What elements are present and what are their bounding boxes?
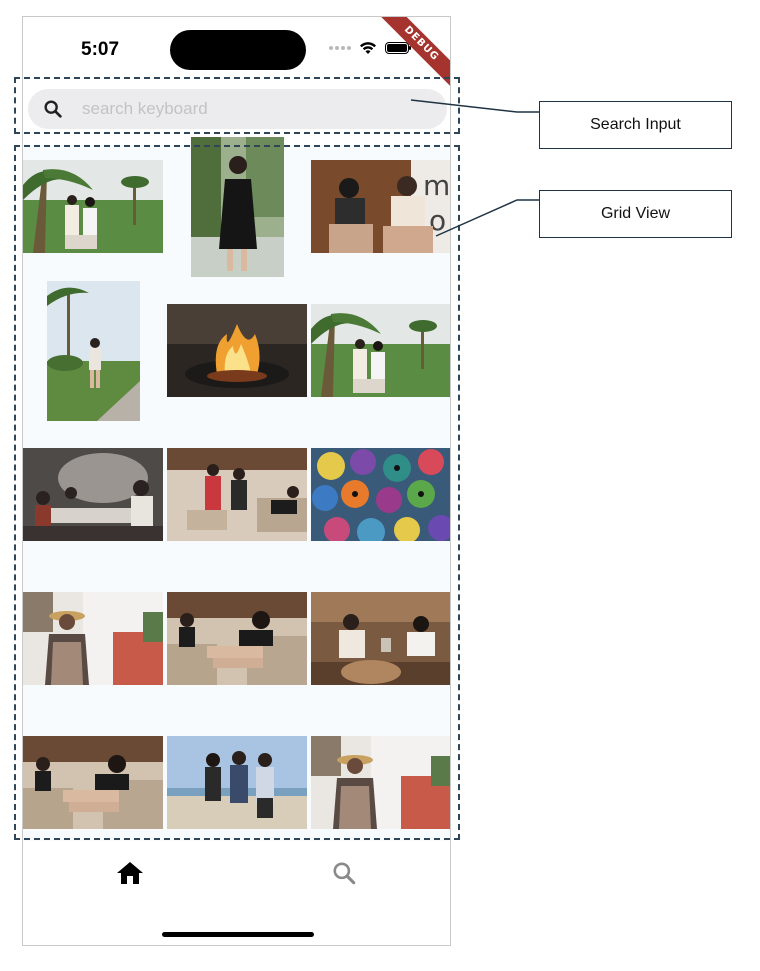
search-input-leader (410, 99, 540, 113)
search-input-callout: Search Input (539, 101, 732, 149)
grid-view-leader (435, 199, 540, 237)
grid-view-callout: Grid View (539, 190, 732, 238)
